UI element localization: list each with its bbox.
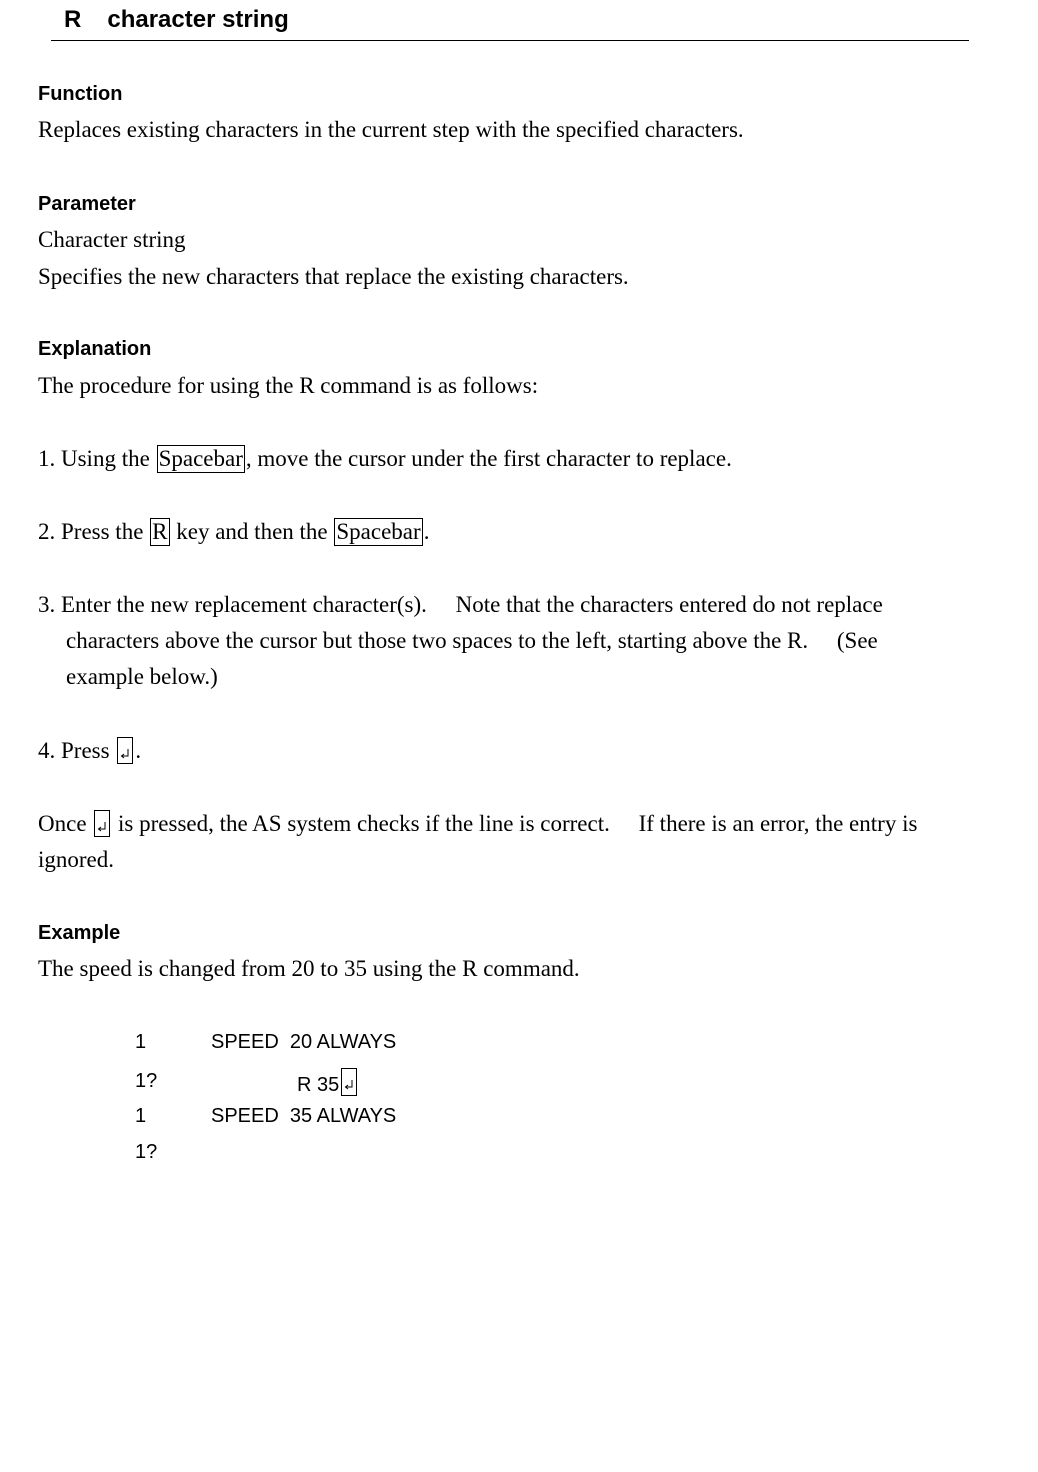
step-3-line-1: 3. Enter the new replacement character(s… [38,592,883,617]
enter-key-icon [341,1068,358,1096]
example-line-4-number: 1? [135,1141,158,1163]
step-4-suffix: . [135,738,142,763]
enter-key-icon [117,737,134,764]
example-line-2-content: R 35 [297,1068,359,1098]
step-2-prefix: 2. Press the [38,519,150,544]
explanation-heading: Explanation [38,338,152,360]
command-name: R [64,6,82,33]
parameter-name: Character string [38,227,186,252]
example-line-1-number: 1 [135,1031,147,1053]
step-4-prefix: 4. Press [38,738,116,763]
parameter-text: Specifies the new characters that replac… [38,264,629,289]
step-1: 1. Using the Spacebar, move the cursor u… [38,441,998,477]
r-key: R [150,518,170,546]
example-line-2-text: R 35 [297,1074,340,1096]
command-parameter: character string [107,6,289,33]
step-3-line-3: example below.) [66,664,218,689]
spacebar-key: Spacebar [334,518,423,546]
example-line-3-content: SPEED 35 ALWAYS [211,1105,397,1127]
example-line-3-number: 1 [135,1105,147,1127]
step-3: 3. Enter the new replacement character(s… [38,587,998,695]
example-line-2-number: 1? [135,1070,158,1092]
example-heading: Example [38,922,121,944]
step-2: 2. Press the R key and then the Spacebar… [38,514,998,550]
step-2-suffix: . [423,519,430,544]
step-1-prefix: 1. Using the [38,446,156,471]
function-heading: Function [38,83,123,105]
spacebar-key: Spacebar [156,445,245,473]
step-3-line-2: characters above the cursor but those tw… [66,628,878,653]
title-divider [51,40,969,41]
note-line-2: ignored. [38,847,115,872]
example-text: The speed is changed from 20 to 35 using… [38,956,580,981]
step-2-middle: key and then the [170,519,334,544]
page-title: Rcharacter string [64,4,289,36]
enter-note: Once is pressed, the AS system checks if… [38,806,998,878]
note-prefix: Once [38,811,93,836]
explanation-intro: The procedure for using the R command is… [38,373,539,398]
note-line-1: is pressed, the AS system checks if the … [112,811,918,836]
step-1-suffix: , move the cursor under the first charac… [245,446,732,471]
parameter-heading: Parameter [38,193,136,215]
step-4: 4. Press . [38,733,998,769]
enter-key-icon [94,810,111,837]
function-text: Replaces existing characters in the curr… [38,117,744,142]
example-line-1-content: SPEED 20 ALWAYS [211,1031,397,1053]
